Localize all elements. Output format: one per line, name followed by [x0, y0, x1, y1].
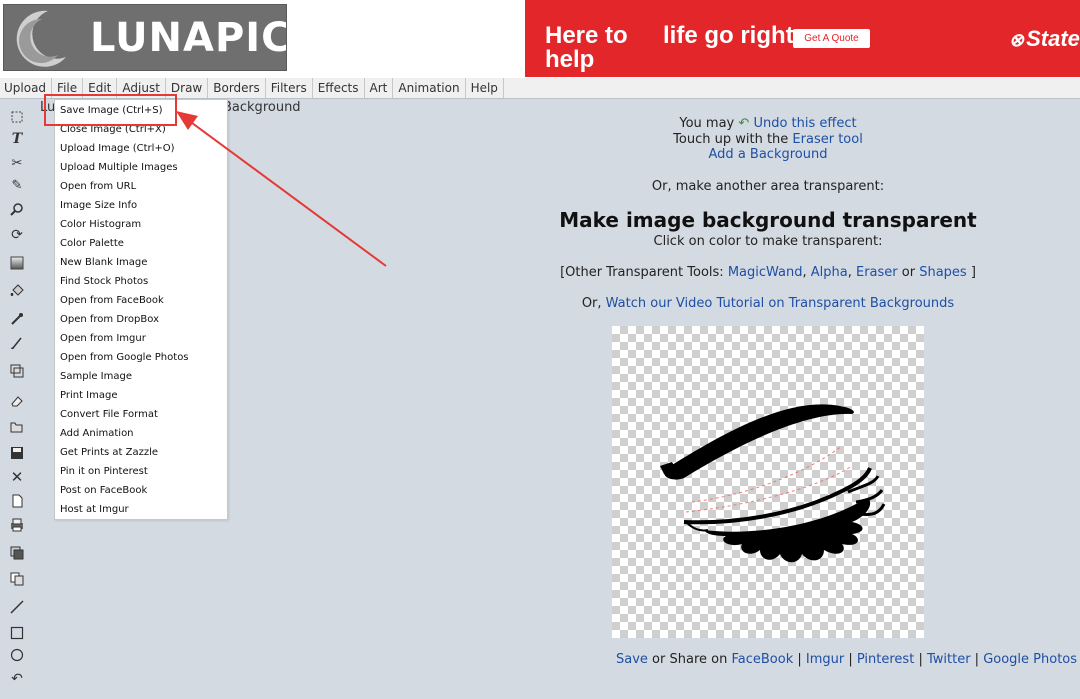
video-tutorial-link[interactable]: Watch our Video Tutorial on Transparent … — [606, 296, 955, 311]
menu-filters[interactable]: Filters — [266, 78, 313, 98]
crop-icon[interactable] — [9, 363, 25, 379]
save-icon[interactable] — [9, 445, 25, 461]
another-area-text: Or, make another area transparent: — [651, 179, 885, 194]
imgur-link[interactable]: Imgur — [806, 652, 844, 667]
alpha-link[interactable]: Alpha — [811, 265, 848, 280]
lunapic-logo[interactable]: LUNAPIC — [3, 4, 287, 71]
eyelash-image — [660, 404, 886, 563]
image-canvas[interactable] — [612, 326, 924, 638]
get-quote-button[interactable]: Get A Quote — [793, 29, 870, 48]
file-menu-item[interactable]: Open from Imgur — [60, 333, 146, 344]
ad-brand: ⊗State — [1009, 26, 1080, 51]
pencil-icon[interactable]: ✎ — [9, 177, 25, 193]
scissors-icon[interactable]: ✂ — [9, 155, 25, 171]
file-menu-item[interactable]: Upload Multiple Images — [60, 162, 178, 173]
layers-icon[interactable] — [9, 545, 25, 561]
twitter-link[interactable]: Twitter — [927, 652, 971, 667]
paint-bucket-icon[interactable] — [9, 283, 25, 299]
eyedropper-icon[interactable] — [9, 311, 25, 327]
gradient-icon[interactable] — [9, 255, 25, 271]
click-color-text: Click on color to make transparent: — [653, 234, 883, 249]
moon-logo-icon — [16, 10, 66, 67]
menu-art[interactable]: Art — [365, 78, 394, 98]
file-menu-item[interactable]: Open from Google Photos — [60, 352, 189, 363]
page-title: Make image background transparent — [559, 208, 977, 232]
logo-text: LUNAPIC — [90, 15, 287, 61]
text-icon[interactable]: T — [9, 131, 25, 147]
header: LUNAPIC Here to help life go right Get A… — [0, 0, 1080, 78]
file-menu-item[interactable]: Add Animation — [60, 428, 134, 439]
menu-effects[interactable]: Effects — [313, 78, 365, 98]
ad-line-1: Here to help — [545, 22, 628, 73]
open-folder-icon[interactable] — [9, 419, 25, 435]
share-line: Save or Share on FaceBook | Imgur | Pint… — [616, 652, 1078, 667]
file-menu-item[interactable]: Open from FaceBook — [60, 295, 164, 306]
eraser-tool-link[interactable]: Eraser tool — [792, 132, 862, 147]
tool-sidebar: T ✂ ✎ ⟳ ✕ ↶ — [0, 100, 34, 699]
file-menu-item[interactable]: Open from URL — [60, 181, 136, 192]
file-menu-item[interactable]: Host at Imgur — [60, 504, 129, 515]
advertisement-banner[interactable]: Here to help life go right Get A Quote ⊗… — [525, 0, 1080, 77]
file-menu-item[interactable]: Open from DropBox — [60, 314, 159, 325]
file-menu-item[interactable]: Print Image — [60, 390, 118, 401]
file-menu-item[interactable]: New Blank Image — [60, 257, 147, 268]
menu-help[interactable]: Help — [466, 78, 504, 98]
file-menu-item[interactable]: Convert File Format — [60, 409, 158, 420]
file-menu-item[interactable]: Get Prints at Zazzle — [60, 447, 158, 458]
brush-icon[interactable] — [9, 335, 25, 351]
other-tools-line: [Other Transparent Tools: MagicWand, Alp… — [560, 265, 976, 280]
circle-icon[interactable] — [9, 647, 25, 663]
file-menu-item[interactable]: Post on FaceBook — [60, 485, 147, 496]
file-menu-item[interactable]: Color Histogram — [60, 219, 141, 230]
facebook-link[interactable]: FaceBook — [731, 652, 793, 667]
rotate-icon[interactable]: ⟳ — [9, 227, 25, 243]
new-page-icon[interactable] — [9, 493, 25, 509]
google-photos-link[interactable]: Google Photos — [983, 652, 1077, 667]
breadcrumb-right: Background — [223, 100, 301, 115]
add-background-line: Add a Background — [456, 147, 1080, 162]
close-icon[interactable]: ✕ — [9, 468, 25, 486]
file-dropdown-menu: Save Image (Ctrl+S) Close Image (Ctrl+X) U… — [54, 99, 228, 520]
eraser-line: Touch up with the Eraser tool — [673, 132, 863, 147]
ad-line-2: life go right — [663, 22, 794, 49]
brand-rings-icon: ⊗ — [1009, 30, 1025, 50]
file-menu-item[interactable]: Upload Image (Ctrl+O) — [60, 143, 175, 154]
line-icon[interactable] — [9, 599, 25, 615]
print-icon[interactable] — [9, 517, 25, 533]
file-menu-item[interactable]: Image Size Info — [60, 200, 137, 211]
undo-line: You may ↶ Undo this effect — [679, 116, 857, 131]
undo-effect-link[interactable]: Undo this effect — [753, 116, 856, 131]
rectangle-icon[interactable] — [9, 625, 25, 641]
undo-icon[interactable]: ↶ — [9, 671, 25, 687]
eraser-link[interactable]: Eraser — [856, 265, 898, 280]
select-icon[interactable] — [9, 109, 25, 125]
pinterest-link[interactable]: Pinterest — [857, 652, 914, 667]
add-background-link[interactable]: Add a Background — [709, 147, 828, 162]
magicwand-link[interactable]: MagicWand — [728, 265, 803, 280]
file-menu-item[interactable]: Pin it on Pinterest — [60, 466, 148, 477]
undo-icon: ↶ — [738, 116, 750, 131]
shapes-link[interactable]: Shapes — [919, 265, 966, 280]
eraser-icon[interactable] — [9, 393, 25, 409]
save-link[interactable]: Save — [616, 652, 648, 667]
file-menu-item[interactable]: Sample Image — [60, 371, 132, 382]
file-menu-item[interactable]: Color Palette — [60, 238, 124, 249]
menu-animation[interactable]: Animation — [393, 78, 466, 98]
menu-borders[interactable]: Borders — [208, 78, 266, 98]
copy-icon[interactable] — [9, 571, 25, 587]
annotation-highlight-box — [44, 94, 177, 126]
video-tutorial-line: Or, Watch our Video Tutorial on Transpar… — [581, 296, 955, 311]
zoom-icon[interactable] — [9, 201, 25, 217]
file-menu-item[interactable]: Find Stock Photos — [60, 276, 148, 287]
